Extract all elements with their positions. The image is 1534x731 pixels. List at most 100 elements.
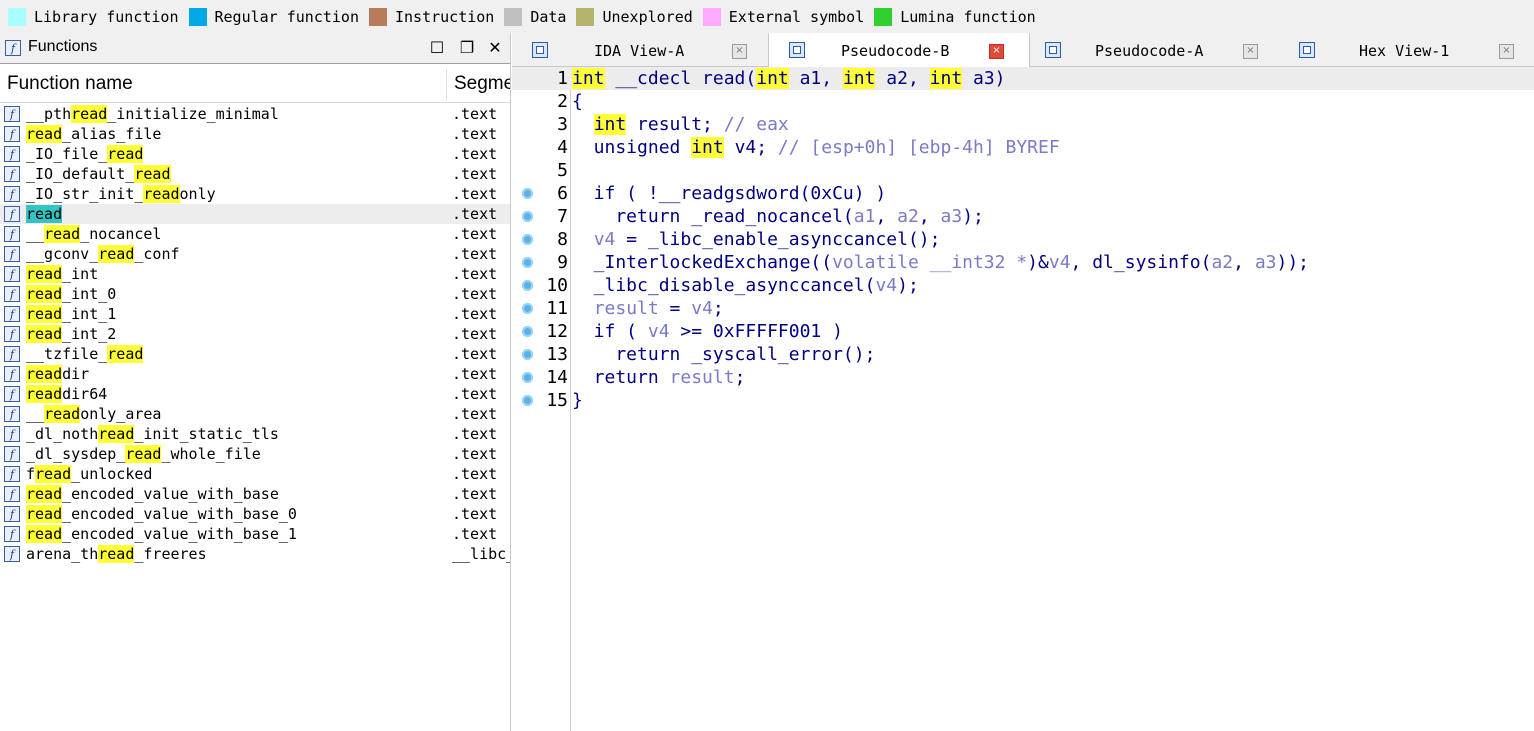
breakpoint-marker-icon[interactable] <box>522 257 533 268</box>
breakpoint-marker-icon[interactable] <box>522 211 533 222</box>
breakpoint-marker-icon[interactable] <box>522 234 533 245</box>
code-line[interactable]: 10 _libc_disable_asynccancel(v4); <box>512 274 1534 297</box>
line-number: 12 <box>546 321 568 342</box>
column-separator[interactable] <box>446 69 447 101</box>
close-tab-icon[interactable]: × <box>989 44 1004 59</box>
code-line[interactable]: 12 if ( v4 >= 0xFFFFF001 ) <box>512 320 1534 343</box>
function-row[interactable]: f __pthread_initialize_minimal .text <box>0 104 510 124</box>
breakpoint-marker-icon[interactable] <box>522 326 533 337</box>
code-token: unsigned <box>572 137 692 158</box>
function-row[interactable]: f read_int_2 .text <box>0 324 510 344</box>
function-name[interactable]: read_int_0 <box>26 284 116 304</box>
function-name[interactable]: __pthread_initialize_minimal <box>26 104 279 124</box>
breakpoint-marker-icon[interactable] <box>522 372 533 383</box>
search-highlight: read <box>26 365 63 383</box>
code-line[interactable]: 4 unsigned int v4; // [esp+0h] [ebp-4h] … <box>512 136 1534 159</box>
code-text: _InterlockedExchange((volatile __int32 *… <box>572 251 1309 274</box>
restore-button[interactable]: ❐ <box>456 36 478 58</box>
function-row[interactable]: f read_int .text <box>0 264 510 284</box>
search-highlight: read <box>71 105 108 123</box>
code-line[interactable]: 9 _InterlockedExchange((volatile __int32… <box>512 251 1534 274</box>
function-name[interactable]: __tzfile_read <box>26 344 144 364</box>
function-row[interactable]: f read_encoded_value_with_base_1 .text <box>0 524 510 544</box>
function-row[interactable]: f _IO_file_read .text <box>0 144 510 164</box>
function-row[interactable]: f read_int_0 .text <box>0 284 510 304</box>
code-token: a2 <box>897 206 919 227</box>
function-row[interactable]: f __tzfile_read .text <box>0 344 510 364</box>
function-name[interactable]: __read_nocancel <box>26 224 161 244</box>
function-name[interactable]: fread_unlocked <box>26 464 152 484</box>
breakpoint-marker-icon[interactable] <box>522 349 533 360</box>
code-token: _InterlockedExchange(( <box>572 252 833 273</box>
code-line[interactable]: 1 int __cdecl read(int a1, int a2, int a3… <box>512 67 1534 90</box>
function-name[interactable]: readdir <box>26 364 89 384</box>
code-line[interactable]: 6 if ( !__readgsdword(0xCu) ) <box>512 182 1534 205</box>
function-name[interactable]: _dl_nothread_init_static_tls <box>26 424 279 444</box>
function-name[interactable]: read_int_1 <box>26 304 116 324</box>
tab-pseudocode-a[interactable]: Pseudocode-A × <box>1029 33 1284 66</box>
close-tab-icon[interactable]: × <box>1499 44 1514 59</box>
function-row[interactable]: f _dl_nothread_init_static_tls .text <box>0 424 510 444</box>
maximize-button[interactable]: ☐ <box>426 36 448 58</box>
column-header-function-name[interactable]: Function name <box>7 73 133 95</box>
function-name[interactable]: _dl_sysdep_read_whole_file <box>26 444 261 464</box>
function-row[interactable]: f readdir .text <box>0 364 510 384</box>
breakpoint-marker-icon[interactable] <box>522 395 533 406</box>
function-row[interactable]: f __gconv_read_conf .text <box>0 244 510 264</box>
function-segment: .text <box>452 125 498 143</box>
breakpoint-marker-icon[interactable] <box>522 188 533 199</box>
function-name[interactable]: arena_thread_freeres <box>26 544 207 564</box>
function-row[interactable]: f _IO_str_init_readonly .text <box>0 184 510 204</box>
function-row[interactable]: f read_encoded_value_with_base_0 .text <box>0 504 510 524</box>
function-row[interactable]: f __readonly_area .text <box>0 404 510 424</box>
tab-ida-view-a[interactable]: IDA View-A × <box>512 33 767 66</box>
function-row[interactable]: f _dl_sysdep_read_whole_file .text <box>0 444 510 464</box>
close-tab-icon[interactable]: × <box>1243 44 1258 59</box>
function-name-part: _init_static_tls <box>134 425 279 443</box>
function-row[interactable]: f read .text <box>0 204 510 224</box>
search-highlight: read <box>44 405 81 423</box>
pseudocode-view[interactable]: 1 int __cdecl read(int a1, int a2, int a3… <box>512 67 1534 731</box>
legend-item: Unexplored <box>576 7 693 26</box>
function-row[interactable]: f read_encoded_value_with_base .text <box>0 484 510 504</box>
code-line[interactable]: 3 int result; // eax <box>512 113 1534 136</box>
function-name[interactable]: __gconv_read_conf <box>26 244 180 264</box>
code-line[interactable]: 5 <box>512 159 1534 182</box>
function-name[interactable]: read <box>26 204 63 224</box>
tab-pseudocode-b[interactable]: Pseudocode-B × <box>768 33 1030 67</box>
function-name[interactable]: readdir64 <box>26 384 107 404</box>
function-row[interactable]: f __read_nocancel .text <box>0 224 510 244</box>
function-name[interactable]: _IO_default_read <box>26 164 171 184</box>
code-line[interactable]: 8 v4 = _libc_enable_asynccancel(); <box>512 228 1534 251</box>
close-tab-icon[interactable]: × <box>732 44 747 59</box>
functions-titlebar: f Functions ☐ ❐ ✕ <box>0 33 510 64</box>
function-name[interactable]: read_encoded_value_with_base <box>26 484 279 504</box>
function-name[interactable]: read_encoded_value_with_base_1 <box>26 524 297 544</box>
code-line[interactable]: 15} <box>512 389 1534 412</box>
function-row[interactable]: f fread_unlocked .text <box>0 464 510 484</box>
function-name[interactable]: read_alias_file <box>26 124 161 144</box>
function-name[interactable]: _IO_file_read <box>26 144 144 164</box>
breakpoint-marker-icon[interactable] <box>522 303 533 314</box>
function-row[interactable]: f read_alias_file .text <box>0 124 510 144</box>
function-row[interactable]: f _IO_default_read .text <box>0 164 510 184</box>
tab-hex-view-1[interactable]: Hex View-1 × <box>1285 33 1534 66</box>
function-name[interactable]: read_int <box>26 264 98 284</box>
function-name[interactable]: read_encoded_value_with_base_0 <box>26 504 297 524</box>
code-line[interactable]: 7 return _read_nocancel(a1, a2, a3); <box>512 205 1534 228</box>
search-highlight: read <box>26 205 63 223</box>
code-line[interactable]: 13 return _syscall_error(); <box>512 343 1534 366</box>
function-row[interactable]: f arena_thread_freeres __libc_ <box>0 544 510 564</box>
function-row[interactable]: f read_int_1 .text <box>0 304 510 324</box>
code-line[interactable]: 11 result = v4; <box>512 297 1534 320</box>
function-name[interactable]: read_int_2 <box>26 324 116 344</box>
function-row[interactable]: f readdir64 .text <box>0 384 510 404</box>
column-header-segment[interactable]: Segme <box>454 73 510 95</box>
function-name[interactable]: _IO_str_init_readonly <box>26 184 216 204</box>
close-panel-button[interactable]: ✕ <box>484 36 506 58</box>
code-line[interactable]: 2{ <box>512 90 1534 113</box>
search-highlight: read <box>26 265 63 283</box>
code-line[interactable]: 14 return result; <box>512 366 1534 389</box>
breakpoint-marker-icon[interactable] <box>522 280 533 291</box>
function-name[interactable]: __readonly_area <box>26 404 161 424</box>
